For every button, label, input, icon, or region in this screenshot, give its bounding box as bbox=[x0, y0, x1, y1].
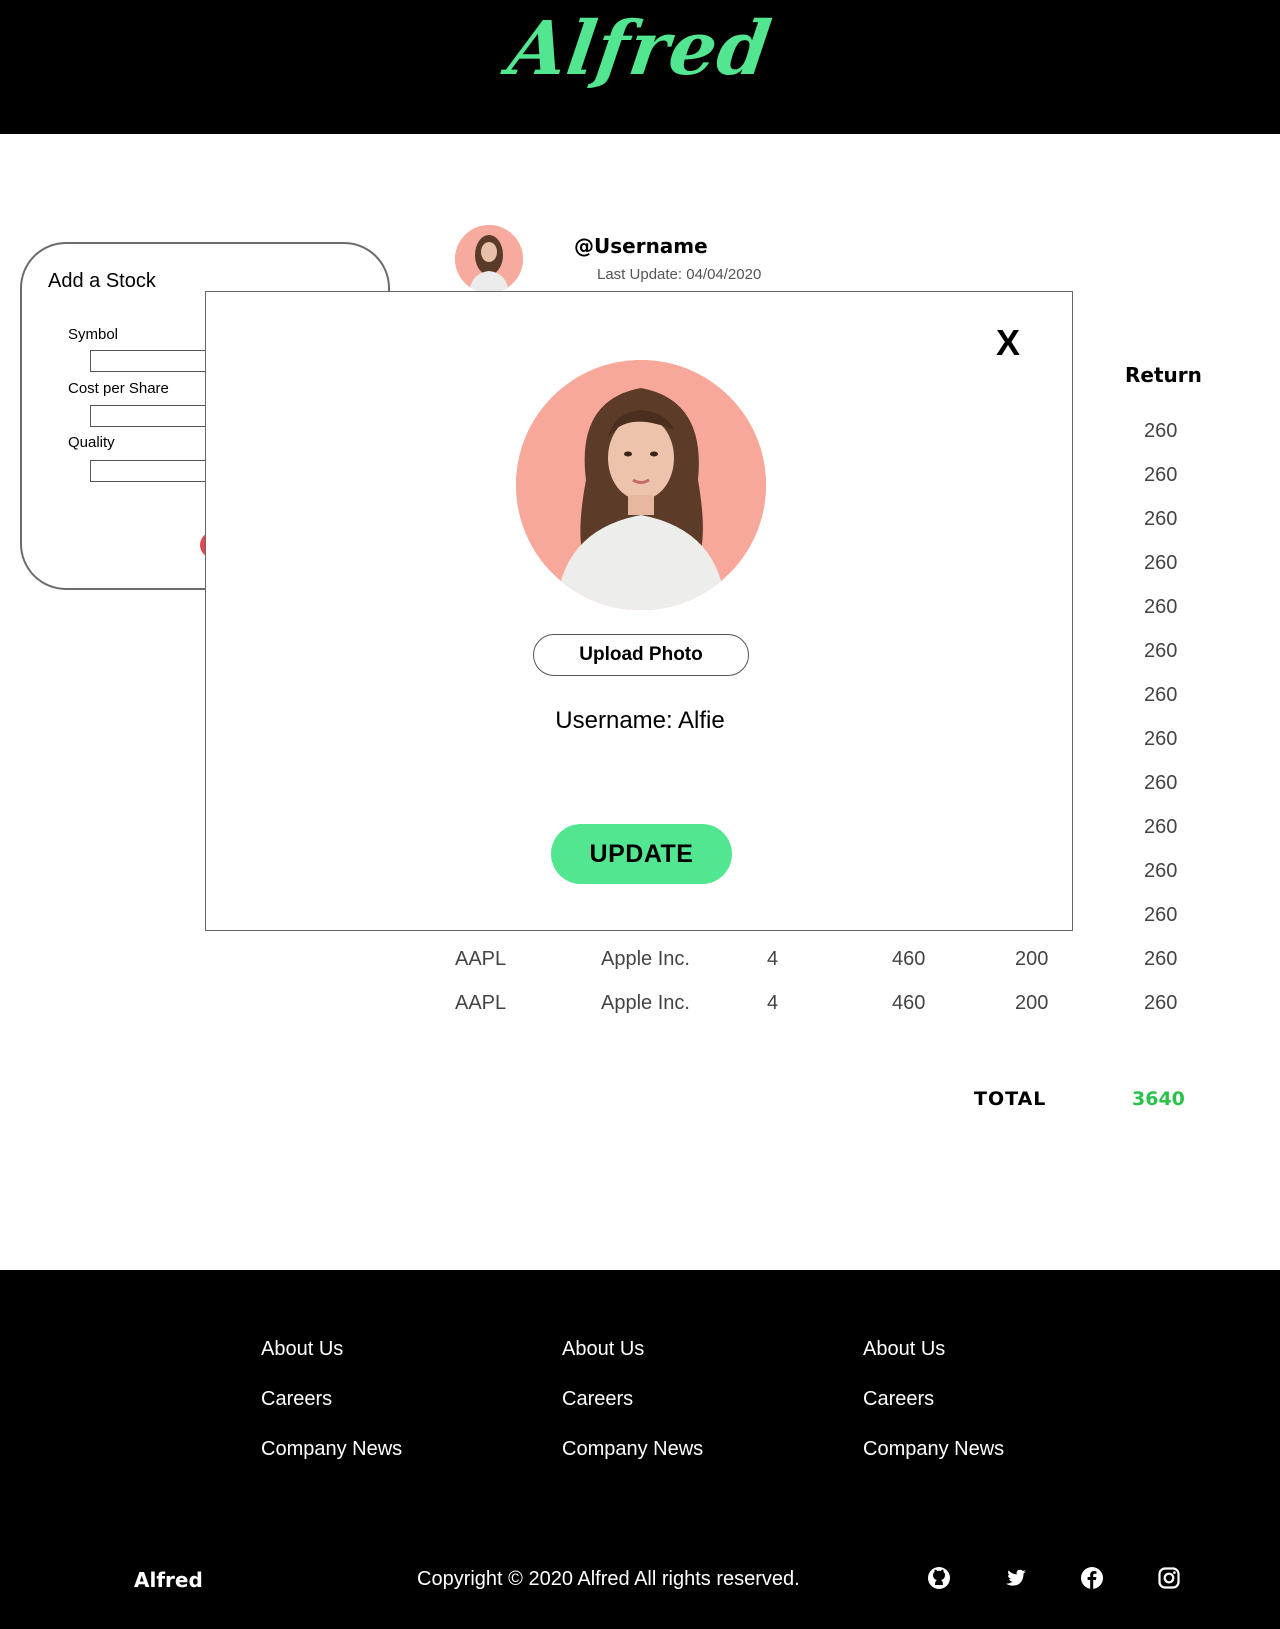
cost-per-share-label: Cost per Share bbox=[68, 380, 169, 397]
profile-photo bbox=[516, 360, 766, 610]
upload-photo-button[interactable]: Upload Photo bbox=[533, 634, 749, 676]
cost-cell: 200 bbox=[1015, 948, 1049, 970]
logo[interactable]: Alfred bbox=[0, 6, 1280, 92]
name-cell: Apple Inc. bbox=[601, 948, 690, 970]
edit-profile-modal: X Upload Photo Username: Alfie UPDATE bbox=[205, 291, 1073, 931]
return-cell: 260 bbox=[1144, 992, 1178, 1014]
return-cell: 260 bbox=[1144, 816, 1178, 838]
quality-label: Quality bbox=[68, 434, 115, 451]
footer-link-about[interactable]: About Us bbox=[261, 1338, 343, 1361]
return-cell: 260 bbox=[1144, 508, 1178, 530]
return-cell: 260 bbox=[1144, 904, 1178, 926]
twitter-icon[interactable] bbox=[1004, 1566, 1028, 1590]
footer-link-careers[interactable]: Careers bbox=[562, 1388, 633, 1411]
return-cell: 260 bbox=[1144, 728, 1178, 750]
add-stock-title: Add a Stock bbox=[48, 270, 156, 292]
avatar[interactable] bbox=[455, 225, 523, 293]
modal-username-text: Username: Alfie bbox=[555, 707, 725, 734]
total-label: TOTAL bbox=[974, 1088, 1047, 1110]
footer-link-news[interactable]: Company News bbox=[261, 1438, 402, 1461]
instagram-icon[interactable] bbox=[1157, 1566, 1181, 1590]
return-cell: 260 bbox=[1144, 640, 1178, 662]
return-cell: 260 bbox=[1144, 684, 1178, 706]
symbol-cell: AAPL bbox=[455, 992, 507, 1014]
close-button[interactable]: X bbox=[996, 322, 1020, 364]
return-cell: 260 bbox=[1144, 948, 1178, 970]
facebook-icon[interactable] bbox=[1080, 1566, 1104, 1590]
footer-link-about[interactable]: About Us bbox=[863, 1338, 945, 1361]
shares-cell: 4 bbox=[767, 992, 779, 1014]
footer-brand[interactable]: Alfred bbox=[134, 1568, 203, 1592]
footer-link-about[interactable]: About Us bbox=[562, 1338, 644, 1361]
update-button[interactable]: UPDATE bbox=[551, 824, 732, 884]
symbol-cell: AAPL bbox=[455, 948, 507, 970]
return-cell: 260 bbox=[1144, 860, 1178, 882]
return-cell: 260 bbox=[1144, 552, 1178, 574]
cost-cell: 200 bbox=[1015, 992, 1049, 1014]
username-heading: @Username bbox=[574, 234, 708, 258]
symbol-label: Symbol bbox=[68, 326, 119, 343]
last-update-text: Last Update: 04/04/2020 bbox=[597, 266, 762, 283]
shares-cell: 4 bbox=[767, 948, 779, 970]
github-icon[interactable] bbox=[927, 1566, 951, 1590]
footer-link-news[interactable]: Company News bbox=[863, 1438, 1004, 1461]
return-cell: 260 bbox=[1144, 464, 1178, 486]
site-header: Alfred bbox=[0, 0, 1280, 134]
value-cell: 460 bbox=[892, 948, 926, 970]
name-cell: Apple Inc. bbox=[601, 992, 690, 1014]
return-cell: 260 bbox=[1144, 596, 1178, 618]
footer-link-careers[interactable]: Careers bbox=[261, 1388, 332, 1411]
return-cell: 260 bbox=[1144, 772, 1178, 794]
return-column-header: Return bbox=[1125, 363, 1202, 387]
copyright-text: Copyright © 2020 Alfred All rights reser… bbox=[417, 1568, 800, 1590]
footer-link-careers[interactable]: Careers bbox=[863, 1388, 934, 1411]
footer-link-news[interactable]: Company News bbox=[562, 1438, 703, 1461]
return-cell: 260 bbox=[1144, 420, 1178, 442]
total-value: 3640 bbox=[1132, 1088, 1185, 1110]
value-cell: 460 bbox=[892, 992, 926, 1014]
